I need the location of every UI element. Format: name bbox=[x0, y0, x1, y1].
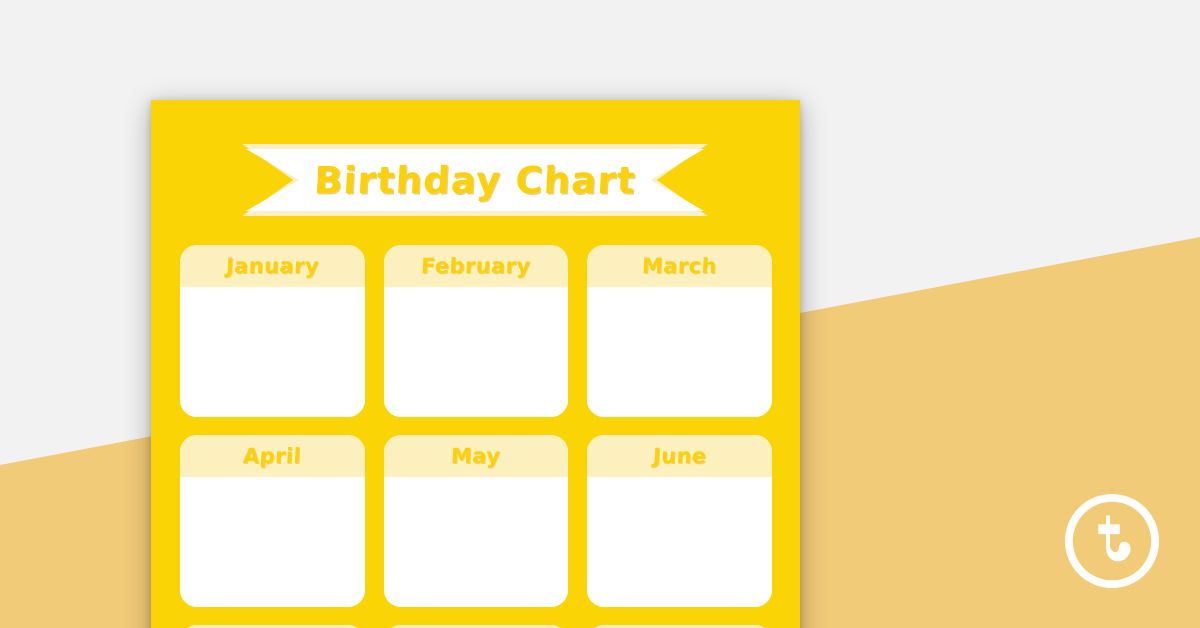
month-card-header: February bbox=[383, 245, 569, 287]
month-card-writing-area[interactable] bbox=[180, 477, 365, 607]
month-card-writing-area[interactable] bbox=[587, 287, 772, 417]
month-label: March bbox=[641, 254, 718, 278]
month-label: February bbox=[420, 254, 532, 278]
month-card-february[interactable]: February bbox=[383, 245, 569, 417]
month-card-january[interactable]: January bbox=[180, 245, 365, 417]
birthday-chart-poster: Birthday Chart January February March Ap… bbox=[151, 100, 800, 628]
teach-starter-t-logo-icon bbox=[1063, 492, 1161, 590]
month-label: June bbox=[652, 444, 708, 468]
month-card-header: March bbox=[587, 245, 772, 287]
month-card-header: May bbox=[383, 435, 569, 477]
month-grid: January February March April May June bbox=[180, 245, 772, 628]
month-card-header: January bbox=[180, 245, 365, 287]
month-card-june[interactable]: June bbox=[587, 435, 772, 607]
month-card-march[interactable]: March bbox=[587, 245, 772, 417]
month-card-writing-area[interactable] bbox=[383, 477, 569, 607]
month-label: May bbox=[450, 444, 502, 468]
month-card-writing-area[interactable] bbox=[180, 287, 365, 417]
month-card-writing-area[interactable] bbox=[383, 287, 569, 417]
month-label: April bbox=[242, 444, 302, 468]
page-title: Birthday Chart bbox=[313, 158, 637, 202]
month-card-may[interactable]: May bbox=[383, 435, 569, 607]
month-card-writing-area[interactable] bbox=[587, 477, 772, 607]
month-card-header: June bbox=[587, 435, 772, 477]
month-card-header: April bbox=[180, 435, 365, 477]
month-card-april[interactable]: April bbox=[180, 435, 365, 607]
title-banner: Birthday Chart bbox=[242, 144, 708, 216]
month-label: January bbox=[225, 254, 320, 278]
